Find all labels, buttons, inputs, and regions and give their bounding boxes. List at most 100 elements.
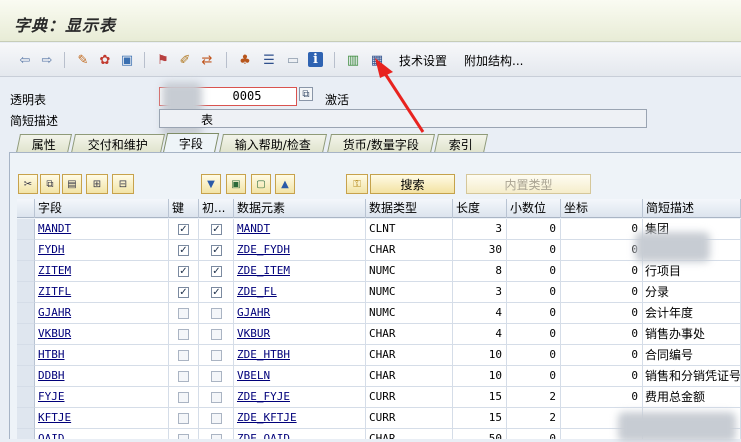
field-name[interactable]: MANDT	[38, 222, 71, 235]
append-structure-button[interactable]: 附加结构...	[464, 52, 523, 69]
paste-icon[interactable]: ▤	[62, 174, 82, 194]
table-contents-icon[interactable]: ▦	[368, 51, 386, 69]
tab-fields[interactable]: 字段	[162, 133, 220, 153]
info-icon[interactable]: i	[308, 52, 323, 67]
field-name[interactable]: HTBH	[38, 348, 65, 361]
data-type-cell[interactable]: CURR	[366, 408, 453, 429]
data-type-cell[interactable]: NUMC	[366, 261, 453, 282]
insert-row-icon[interactable]: ⊞	[86, 174, 108, 194]
decimals-cell[interactable]: 2	[507, 387, 561, 408]
row-selector[interactable]	[17, 387, 35, 408]
field-name-cell[interactable]: FYDH	[35, 240, 169, 261]
navigate-icon[interactable]: ⇄	[198, 51, 216, 69]
column-header[interactable]: 初...	[199, 199, 234, 218]
coordinate-cell[interactable]: 0	[561, 366, 643, 387]
data-element-cell[interactable]: MANDT	[234, 219, 366, 240]
key-icon[interactable]: ⚿	[346, 174, 368, 194]
init-checkbox[interactable]	[211, 350, 222, 361]
row-selector[interactable]	[17, 261, 35, 282]
table-row[interactable]: ZITFL ✓ ✓ ZDE_FL NUMC 3 0 0 分录	[17, 282, 741, 303]
select-block-icon[interactable]: ▣	[226, 174, 246, 194]
field-name[interactable]: ZITEM	[38, 264, 71, 277]
init-checkbox[interactable]: ✓	[211, 245, 222, 256]
table-row[interactable]: HTBH ZDE_HTBH CHAR 10 0 0 合同编号	[17, 345, 741, 366]
table-row[interactable]: FYJE ZDE_FYJE CURR 15 2 0 费用总金额	[17, 387, 741, 408]
init-checkbox[interactable]	[211, 371, 222, 382]
decimals-cell[interactable]: 0	[507, 261, 561, 282]
data-type-cell[interactable]: NUMC	[366, 282, 453, 303]
length-cell[interactable]: 50	[453, 429, 507, 439]
tab-attributes[interactable]: 属性	[15, 134, 73, 153]
copy-rows-icon[interactable]: ⧉	[40, 174, 60, 194]
row-selector[interactable]	[17, 282, 35, 303]
data-element[interactable]: ZDE_KFTJE	[237, 411, 297, 424]
deselect-icon[interactable]: ▢	[251, 174, 271, 194]
field-name-cell[interactable]: FYJE	[35, 387, 169, 408]
field-name-cell[interactable]: GJAHR	[35, 303, 169, 324]
tab-indexes[interactable]: 索引	[433, 134, 489, 153]
field-name-cell[interactable]: KFTJE	[35, 408, 169, 429]
coordinate-cell[interactable]: 0	[561, 345, 643, 366]
data-type-cell[interactable]: CURR	[366, 387, 453, 408]
column-header[interactable]: 长度	[453, 199, 507, 218]
init-checkbox[interactable]: ✓	[211, 224, 222, 235]
key-checkbox[interactable]	[178, 413, 189, 424]
data-element-cell[interactable]: VKBUR	[234, 324, 366, 345]
length-cell[interactable]: 4	[453, 303, 507, 324]
key-checkbox[interactable]	[178, 308, 189, 319]
init-checkbox[interactable]: ✓	[211, 266, 222, 277]
data-type-cell[interactable]: CLNT	[366, 219, 453, 240]
data-element-cell[interactable]: VBELN	[234, 366, 366, 387]
length-cell[interactable]: 4	[453, 324, 507, 345]
init-checkbox[interactable]	[211, 329, 222, 340]
data-element-cell[interactable]: ZDE_HTBH	[234, 345, 366, 366]
column-header[interactable]: 字段	[35, 199, 169, 218]
table-row[interactable]: VKBUR VKBUR CHAR 4 0 0 销售办事处	[17, 324, 741, 345]
data-element-cell[interactable]: ZDE_FYDH	[234, 240, 366, 261]
field-name[interactable]: FYJE	[38, 390, 65, 403]
data-element[interactable]: ZDE_ITEM	[237, 264, 290, 277]
coordinate-cell[interactable]: 0	[561, 303, 643, 324]
data-type-cell[interactable]: CHAR	[366, 429, 453, 439]
field-name[interactable]: OAID	[38, 432, 65, 439]
decimals-cell[interactable]: 0	[507, 282, 561, 303]
check-icon[interactable]: ✿	[96, 51, 114, 69]
length-cell[interactable]: 10	[453, 366, 507, 387]
column-header[interactable]: 数据类型	[366, 199, 453, 218]
row-selector[interactable]	[17, 324, 35, 345]
row-selector[interactable]	[17, 240, 35, 261]
data-element[interactable]: VKBUR	[237, 327, 270, 340]
key-checkbox[interactable]	[178, 329, 189, 340]
back-arrow-icon[interactable]: ⇦	[16, 51, 34, 69]
key-checkbox[interactable]: ✓	[178, 245, 189, 256]
data-type-cell[interactable]: CHAR	[366, 345, 453, 366]
row-selector[interactable]	[17, 429, 35, 439]
init-checkbox[interactable]	[211, 392, 222, 403]
field-name-cell[interactable]: DDBH	[35, 366, 169, 387]
data-element-cell[interactable]: ZDE_ITEM	[234, 261, 366, 282]
init-checkbox[interactable]	[211, 413, 222, 424]
field-name-cell[interactable]: MANDT	[35, 219, 169, 240]
decimals-cell[interactable]: 0	[507, 324, 561, 345]
data-element[interactable]: MANDT	[237, 222, 270, 235]
data-element[interactable]: ZDE_FL	[237, 285, 277, 298]
column-header[interactable]: 简短描述	[643, 199, 741, 218]
column-header[interactable]: 数据元素	[234, 199, 366, 218]
row-selector[interactable]	[17, 219, 35, 240]
length-cell[interactable]: 30	[453, 240, 507, 261]
init-checkbox[interactable]	[211, 308, 222, 319]
decimals-cell[interactable]: 0	[507, 219, 561, 240]
coordinate-cell[interactable]: 0	[561, 261, 643, 282]
length-cell[interactable]: 10	[453, 345, 507, 366]
data-element-cell[interactable]: ZDE_FL	[234, 282, 366, 303]
field-name-cell[interactable]: ZITFL	[35, 282, 169, 303]
hierarchy-icon[interactable]: ♣	[236, 51, 254, 69]
data-element-cell[interactable]: ZDE_FYJE	[234, 387, 366, 408]
field-name-cell[interactable]: VKBUR	[35, 324, 169, 345]
decimals-cell[interactable]: 0	[507, 429, 561, 439]
length-cell[interactable]: 8	[453, 261, 507, 282]
where-used-icon[interactable]: ⚑	[154, 51, 172, 69]
data-element[interactable]: ZDE_FYJE	[237, 390, 290, 403]
key-checkbox[interactable]	[178, 392, 189, 403]
field-name-cell[interactable]: ZITEM	[35, 261, 169, 282]
